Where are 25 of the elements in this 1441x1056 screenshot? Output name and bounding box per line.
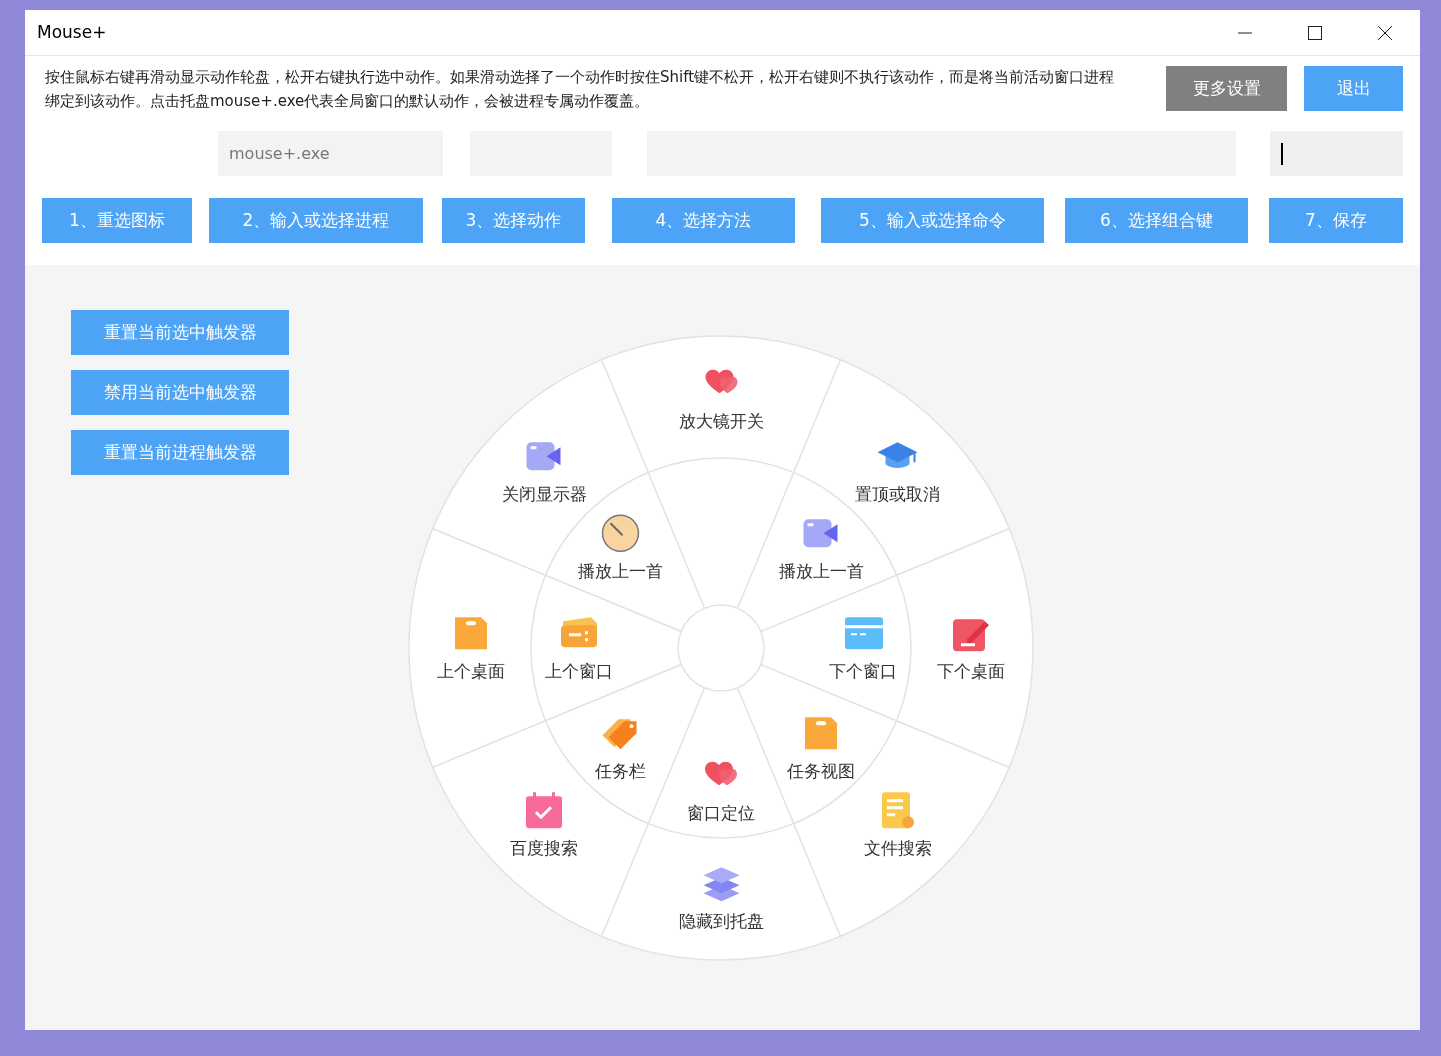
action-label[interactable]: 关闭显示器 [501, 482, 587, 508]
action-label[interactable]: 下个窗口 [829, 659, 897, 685]
text-caret [1281, 142, 1283, 165]
action-label[interactable]: 窗口定位 [687, 801, 755, 827]
action-label[interactable]: 下个桌面 [937, 659, 1005, 685]
minimize-icon [1238, 31, 1252, 34]
input-field[interactable] [1270, 131, 1403, 176]
action-label[interactable]: 文件搜索 [863, 836, 932, 862]
action-label[interactable]: 任务栏 [595, 759, 647, 786]
wheel-center[interactable] [677, 604, 765, 692]
action-label[interactable]: 播放上一首 [578, 558, 664, 585]
instructions-text: 按住鼠标右键再滑动显示动作轮盘，松开右键执行选中动作。如果滑动选择了一个动作时按住Shift键不松开，松开右键则不执行该动作，而是将当前活动窗口进程绑定到该动作。点击托盘mouse+.exe代表全局窗口的默认动作，会被进程专属动作覆盖。 [45, 67, 1116, 112]
action-label[interactable]: 放大镜开关 [678, 409, 764, 435]
input-field[interactable]: mouse+.exe [218, 131, 443, 176]
more-settings-button[interactable]: 更多设置 [1166, 66, 1287, 111]
action-label[interactable]: 置顶或取消 [855, 482, 941, 508]
maximize-icon [1307, 24, 1323, 41]
window-title: Mouse+ [37, 20, 108, 44]
close-icon [1377, 24, 1393, 41]
action-label[interactable]: 百度搜索 [510, 836, 579, 862]
action-label[interactable]: 上个桌面 [437, 659, 505, 685]
action-label[interactable]: 隐藏到托盘 [678, 909, 764, 935]
action-label[interactable]: 任务视图 [787, 759, 856, 786]
action-label[interactable]: 播放上一首 [778, 558, 864, 585]
action-label[interactable]: 上个窗口 [545, 659, 613, 685]
